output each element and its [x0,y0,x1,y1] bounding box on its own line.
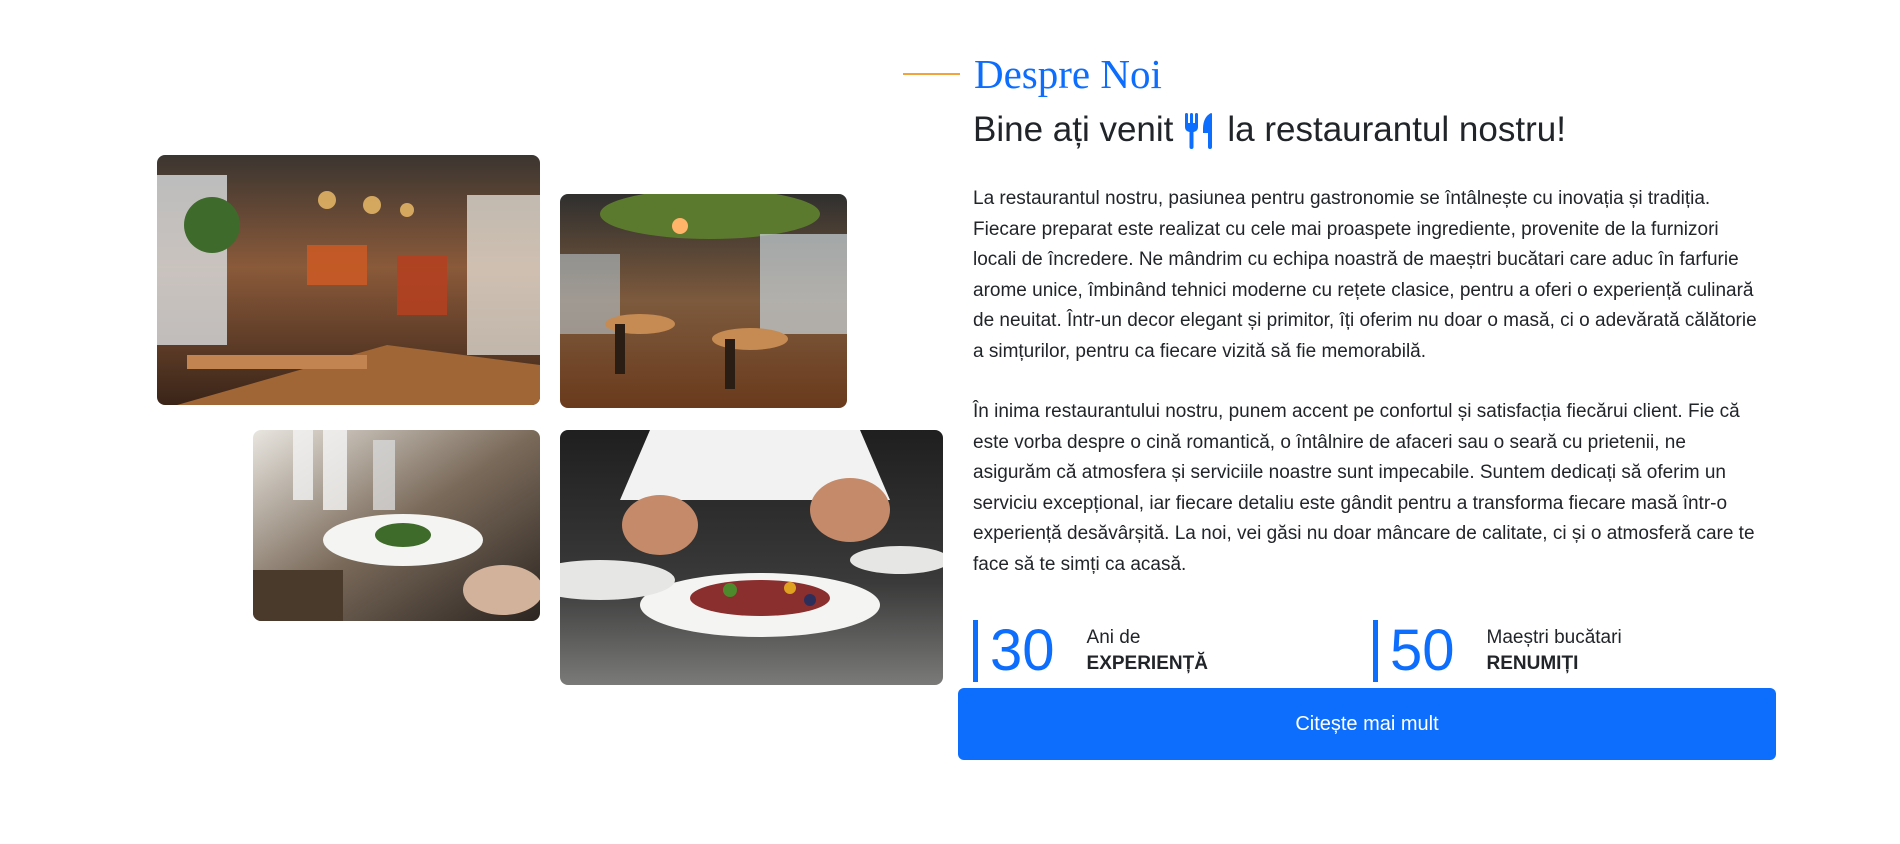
restaurant-dining-room-photo [560,194,847,408]
headline-text-start: Bine ați venit [973,110,1174,149]
page-title: Bine ați venit la restaurantul nostru! [973,110,1773,150]
about-paragraph-1: La restaurantul nostru, pasiunea pentru … [973,188,1757,362]
stat-text: Maeștri bucătari RENUMIȚI [1487,625,1622,677]
section-eyebrow: Despre Noi [903,51,1773,97]
table-setting-photo [253,430,540,621]
stat-number: 30 [990,618,1055,683]
stat-label-strong: EXPERIENȚĂ [1086,653,1208,674]
stat-number: 50 [1390,618,1455,683]
stat-label: Ani de [1086,627,1141,648]
stat-accent-bar [1373,620,1378,682]
utensils-icon [1183,111,1217,149]
section-label: Despre Noi [974,51,1162,97]
about-section: Despre Noi Bine ați venit la restaurantu… [903,51,1773,682]
read-more-button[interactable]: Citește mai mult [958,688,1776,760]
stat-accent-bar [973,620,978,682]
restaurant-interior-photo [157,155,540,405]
eyebrow-divider [903,73,960,75]
stat-chefs: 50 Maeștri bucătari RENUMIȚI [1373,620,1773,682]
about-paragraph-2: În inima restaurantului nostru, punem ac… [973,401,1755,575]
stat-label: Maeștri bucătari [1486,627,1622,648]
stats-row: 30 Ani de EXPERIENȚĂ 50 Maeștri bucătari… [973,620,1773,682]
stat-label-strong: RENUMIȚI [1486,653,1579,674]
chef-plating-photo [560,430,943,685]
stat-experience: 30 Ani de EXPERIENȚĂ [973,620,1373,682]
stat-text: Ani de EXPERIENȚĂ [1087,625,1208,677]
headline-text-end: la restaurantul nostru! [1227,110,1566,149]
